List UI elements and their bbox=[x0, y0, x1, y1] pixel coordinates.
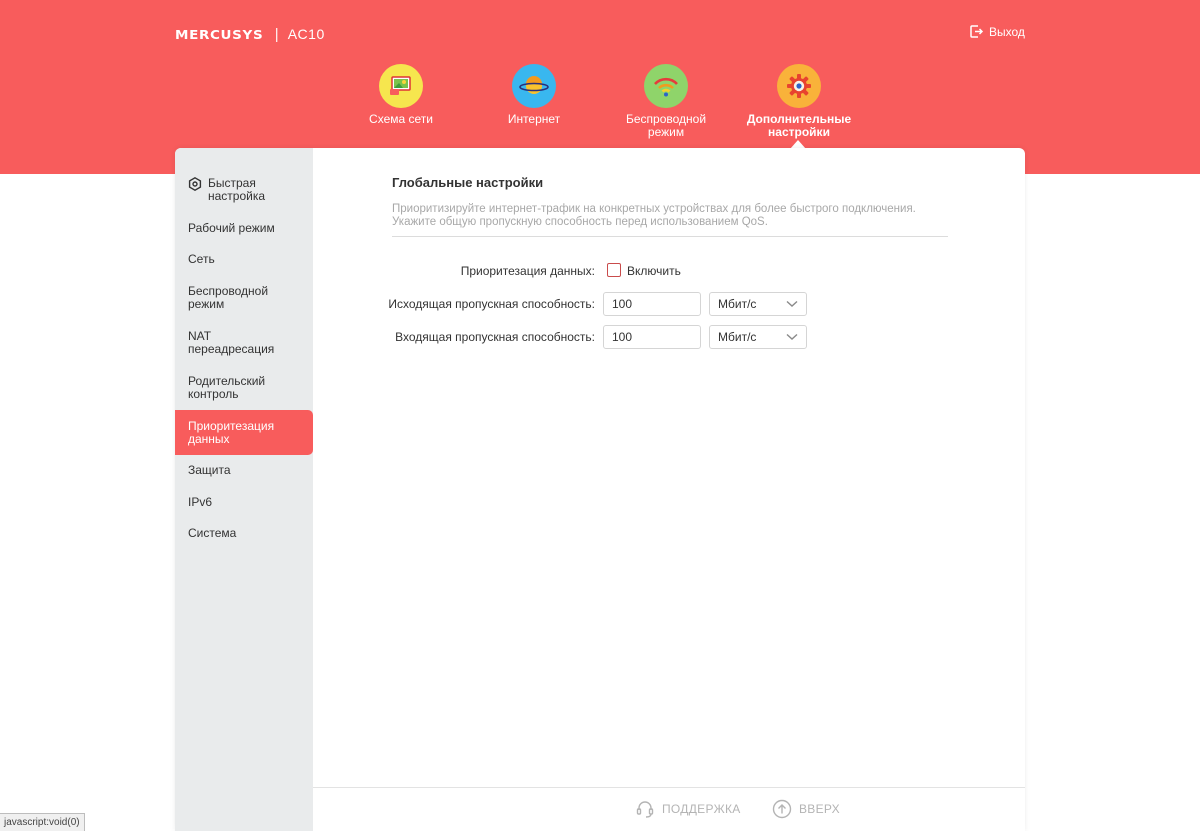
logout-icon bbox=[970, 25, 984, 38]
download-bandwidth-input[interactable] bbox=[603, 325, 701, 349]
support-label: ПОДДЕРЖКА bbox=[662, 802, 741, 816]
sidebar-item-label: данных bbox=[188, 431, 230, 446]
download-unit-value: Мбит/с bbox=[718, 330, 757, 344]
upload-bandwidth-label: Исходящая пропускная способность: bbox=[388, 297, 595, 311]
wifi-icon bbox=[644, 64, 688, 108]
internet-planet-icon bbox=[512, 64, 556, 108]
nav-internet[interactable]: Интернет bbox=[474, 64, 594, 126]
logout-label: Выход bbox=[989, 24, 1025, 39]
sidebar-item-wireless[interactable]: Беспроводной режим bbox=[175, 285, 313, 311]
download-bandwidth-label: Входящая пропускная способность: bbox=[395, 330, 595, 344]
qos-enable-row: Приоритезация данных: Включить bbox=[313, 259, 1025, 283]
description-line: Укажите общую пропускную способность пер… bbox=[392, 216, 768, 228]
section-description: Приоритизируйте интернет-трафик на конкр… bbox=[392, 203, 916, 229]
upload-bandwidth-row: Исходящая пропускная способность: Мбит/с bbox=[313, 292, 1025, 316]
sidebar-item-nat[interactable]: NAT переадресация bbox=[175, 330, 313, 356]
sidebar-item-parental-control[interactable]: Родительский контроль bbox=[175, 375, 313, 401]
sidebar-item-operation-mode[interactable]: Рабочий режим bbox=[175, 222, 313, 235]
headset-icon bbox=[636, 801, 654, 818]
sidebar-item-label: Сеть bbox=[188, 252, 215, 266]
nav-advanced[interactable]: Дополнительные настройки bbox=[739, 64, 859, 139]
nav-label-internet: Интернет bbox=[507, 112, 561, 126]
sidebar-item-label: контроль bbox=[188, 387, 239, 401]
logout-button[interactable]: Выход bbox=[969, 24, 1025, 39]
sidebar-item-label: переадресация bbox=[188, 342, 275, 356]
sidebar-item-security[interactable]: Защита bbox=[175, 464, 313, 477]
brand: MERCUSYS | AC10 bbox=[175, 25, 325, 43]
upload-unit-select[interactable]: Мбит/с bbox=[709, 292, 807, 316]
nav-label-network-map: Схема сети bbox=[369, 112, 433, 126]
arrow-up-icon bbox=[772, 799, 792, 819]
qos-enable-checkbox-label[interactable]: Включить bbox=[627, 264, 681, 278]
footer-bar: ПОДДЕРЖКА ВВЕРХ bbox=[313, 787, 1025, 831]
upload-bandwidth-input[interactable] bbox=[603, 292, 701, 316]
qos-label: Приоритезация данных: bbox=[460, 264, 595, 278]
back-to-top-link[interactable]: ВВЕРХ bbox=[772, 799, 840, 819]
nav-label-advanced-2: настройки bbox=[768, 125, 830, 139]
sidebar-item-label: Система bbox=[188, 526, 237, 540]
sidebar-item-label: Рабочий режим bbox=[188, 221, 275, 235]
sidebar-item-system[interactable]: Система bbox=[175, 527, 313, 540]
back-to-top-label: ВВЕРХ bbox=[799, 802, 840, 816]
sidebar-item-label: Приоритезация bbox=[188, 418, 275, 433]
sidebar-item-quick-setup[interactable]: Быстрая настройка bbox=[175, 177, 313, 203]
nav-network-map[interactable]: Схема сети bbox=[341, 64, 461, 126]
section-title: Глобальные настройки bbox=[392, 175, 544, 190]
upload-unit-value: Мбит/с bbox=[718, 297, 757, 311]
sidebar-item-label: IPv6 bbox=[188, 495, 213, 509]
brand-separator: | bbox=[274, 25, 279, 43]
nav-wireless[interactable]: Беспроводной режим bbox=[606, 64, 726, 139]
main-panel: Быстрая настройка Рабочий режим Сеть Бес… bbox=[175, 148, 1025, 831]
model-name: AC10 bbox=[287, 26, 325, 42]
quick-setup-icon bbox=[188, 177, 202, 191]
sidebar-item-label: Защита bbox=[188, 463, 231, 477]
sidebar-item-qos[interactable]: Приоритезация данных bbox=[175, 410, 313, 455]
nav-label-wireless-2: режим bbox=[647, 125, 685, 139]
sidebar-item-label: настройка bbox=[208, 189, 266, 203]
sidebar-item-network[interactable]: Сеть bbox=[175, 253, 313, 266]
brand-logo: MERCUSYS bbox=[175, 26, 264, 42]
sidebar: Быстрая настройка Рабочий режим Сеть Бес… bbox=[175, 148, 313, 831]
network-map-icon bbox=[379, 64, 423, 108]
support-link[interactable]: ПОДДЕРЖКА bbox=[635, 799, 741, 819]
browser-status-bar: javascript:void(0) bbox=[0, 813, 85, 831]
chevron-down-icon bbox=[786, 333, 798, 340]
content-area: Глобальные настройки Приоритизируйте инт… bbox=[313, 148, 1025, 831]
description-line: Приоритизируйте интернет-трафик на конкр… bbox=[392, 203, 916, 215]
section-divider bbox=[392, 236, 948, 237]
gear-icon bbox=[777, 64, 821, 108]
sidebar-item-ipv6[interactable]: IPv6 bbox=[175, 496, 313, 509]
qos-enable-checkbox[interactable] bbox=[607, 263, 621, 277]
chevron-down-icon bbox=[786, 300, 798, 307]
download-bandwidth-row: Входящая пропускная способность: Мбит/с bbox=[313, 325, 1025, 349]
sidebar-item-label: режим bbox=[188, 297, 225, 311]
download-unit-select[interactable]: Мбит/с bbox=[709, 325, 807, 349]
